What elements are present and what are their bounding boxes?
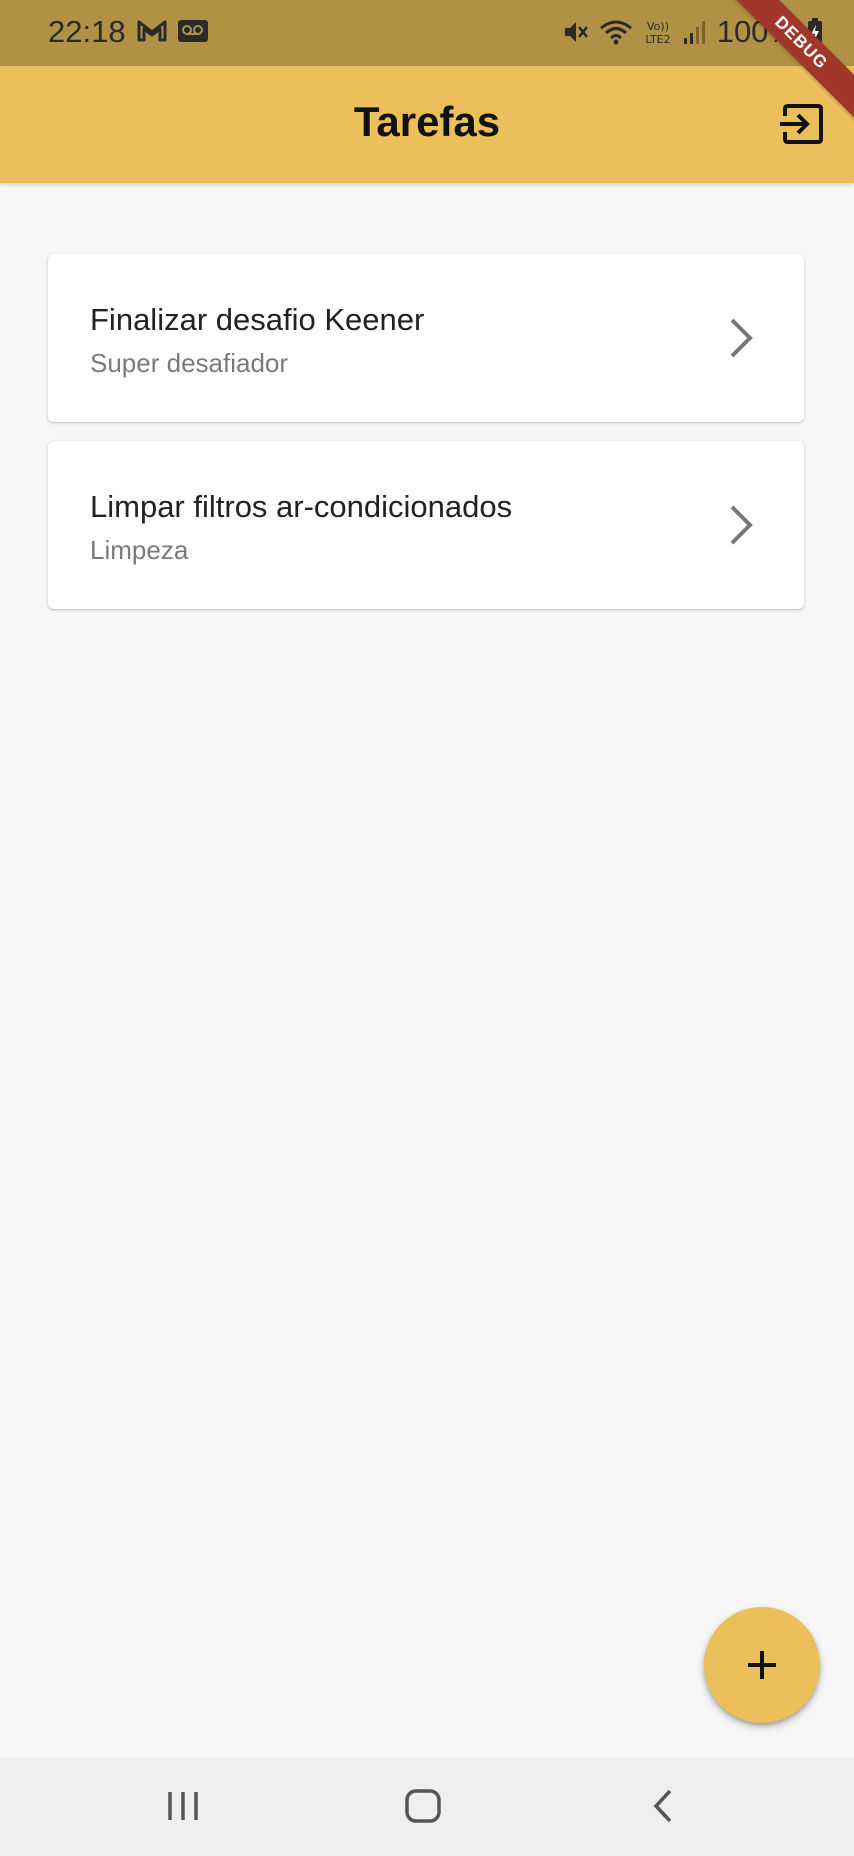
battery-charging-icon xyxy=(806,18,824,46)
task-card[interactable]: Limpar filtros ar-condicionados Limpeza xyxy=(48,441,804,609)
status-right: Vo)) LTE2 100% xyxy=(561,14,824,50)
task-list: Finalizar desafio Keener Super desafiado… xyxy=(48,254,804,628)
gmail-icon xyxy=(137,20,167,47)
svg-text:LTE2: LTE2 xyxy=(645,33,670,46)
task-card[interactable]: Finalizar desafio Keener Super desafiado… xyxy=(48,254,804,422)
recents-button[interactable] xyxy=(166,1784,202,1833)
home-button[interactable] xyxy=(403,1784,443,1833)
battery-text: 100% xyxy=(716,14,796,49)
status-time: 22:18 xyxy=(48,14,126,49)
exit-icon xyxy=(780,104,823,144)
system-nav-bar xyxy=(0,1758,854,1856)
app-bar: Tarefas xyxy=(0,66,854,183)
recents-icon xyxy=(168,1792,198,1820)
add-task-button[interactable] xyxy=(704,1607,820,1723)
back-icon xyxy=(653,1789,672,1823)
status-left-icons xyxy=(137,19,209,48)
chevron-right-icon xyxy=(730,505,753,545)
wifi-icon xyxy=(599,18,633,46)
task-title: Limpar filtros ar-condicionados xyxy=(90,489,513,524)
voicemail-icon xyxy=(177,19,209,48)
task-title: Finalizar desafio Keener xyxy=(90,302,425,337)
back-button[interactable] xyxy=(648,1784,678,1833)
home-icon xyxy=(405,1789,441,1823)
volte-icon: Vo)) LTE2 xyxy=(643,18,673,46)
task-subtitle: Limpeza xyxy=(90,535,189,565)
task-subtitle: Super desafiador xyxy=(90,348,289,378)
signal-icon xyxy=(683,18,707,46)
page-title: Tarefas xyxy=(353,98,501,145)
chevron-right-icon xyxy=(730,318,753,358)
status-bar: 22:18 Vo)) LTE2 100% xyxy=(0,0,854,66)
mute-icon xyxy=(561,18,589,46)
svg-text:Vo)): Vo)) xyxy=(647,20,669,33)
logout-button[interactable] xyxy=(778,100,826,148)
plus-icon xyxy=(748,1651,776,1679)
